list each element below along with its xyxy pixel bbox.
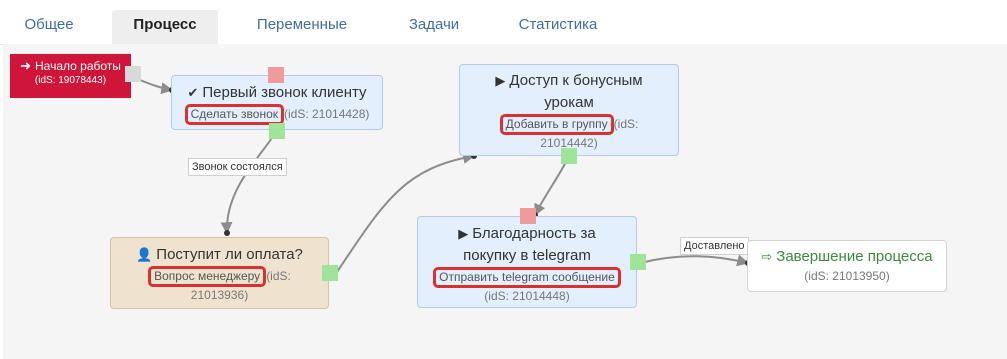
first-call-input-port[interactable]: [268, 67, 284, 83]
node-thanks-title-line2: покупку в telegram: [463, 247, 591, 264]
action-make-call[interactable]: Сделать звонок: [184, 104, 284, 125]
node-thanks-ids: (idS: 21014448): [484, 289, 570, 303]
node-payment-ids-line2: 21013936): [190, 288, 249, 302]
action-add-to-group[interactable]: Добавить в группу: [499, 114, 614, 135]
tab-tasks[interactable]: Задачи: [394, 10, 474, 44]
tab-general[interactable]: Общее: [10, 10, 88, 44]
node-finish-ids: (idS: 21013950): [804, 269, 890, 283]
start-output-port[interactable]: [125, 66, 141, 82]
tab-variables[interactable]: Переменные: [242, 10, 362, 44]
thanks-input-port[interactable]: [520, 208, 536, 224]
check-icon: ✔: [187, 85, 199, 100]
connection-label-call-done: Звонок состоялся: [188, 158, 287, 176]
thanks-output-port[interactable]: [630, 254, 646, 270]
action-send-telegram[interactable]: Отправить telegram сообщение: [433, 267, 621, 288]
payment-output-port[interactable]: [322, 265, 338, 281]
sign-in-icon: ➜: [20, 58, 31, 73]
play-icon: ▶: [458, 226, 469, 241]
user-icon: 👤: [136, 247, 153, 262]
node-thanks-telegram[interactable]: ▶ Благодарность за покупку в telegram Отп…: [417, 216, 637, 308]
action-ask-manager[interactable]: Вопрос менеджеру: [148, 266, 267, 287]
node-thanks-title-line1: Благодарность за: [472, 225, 596, 242]
tab-bar: Общее Процесс Переменные Задачи Статисти…: [0, 0, 1007, 45]
start-node-ids: (idS: 19078443): [34, 75, 107, 86]
node-payment-title: Поступит ли оплата?: [156, 246, 303, 263]
node-bonus-ids: (idS:: [613, 117, 639, 131]
node-bonus-title-line2: урокам: [544, 94, 594, 111]
node-first-call-ids: (idS: 21014428): [284, 107, 370, 121]
node-payment-question[interactable]: 👤 Поступит ли оплата? Вопрос менеджеру (id…: [110, 237, 329, 309]
node-first-call-title: Первый звонок клиенту: [202, 84, 367, 101]
tab-statistics[interactable]: Статистика: [505, 10, 611, 44]
connection-label-delivered: Доставлено: [680, 237, 749, 255]
start-node-title: Начало работы: [35, 59, 121, 73]
bonus-output-port[interactable]: [561, 148, 577, 164]
node-payment-ids: (idS:: [266, 269, 291, 283]
sign-out-icon: ⇨: [761, 249, 773, 264]
play-icon: ▶: [495, 73, 506, 88]
node-first-call[interactable]: ✔ Первый звонок клиенту Сделать звонок (id…: [171, 75, 383, 130]
first-call-output-port[interactable]: [269, 123, 285, 139]
node-finish[interactable]: ⇨ Завершение процесса (idS: 21013950): [747, 240, 947, 292]
node-bonus-access[interactable]: ▶ Доступ к бонусным урокам Добавить в гру…: [459, 64, 679, 156]
start-node[interactable]: ➜ Начало работы (idS: 19078443): [10, 54, 131, 98]
tab-process[interactable]: Процесс: [112, 10, 218, 44]
node-finish-title: Завершение процесса: [776, 248, 933, 265]
node-bonus-title-line1: Доступ к бонусным: [509, 72, 643, 89]
